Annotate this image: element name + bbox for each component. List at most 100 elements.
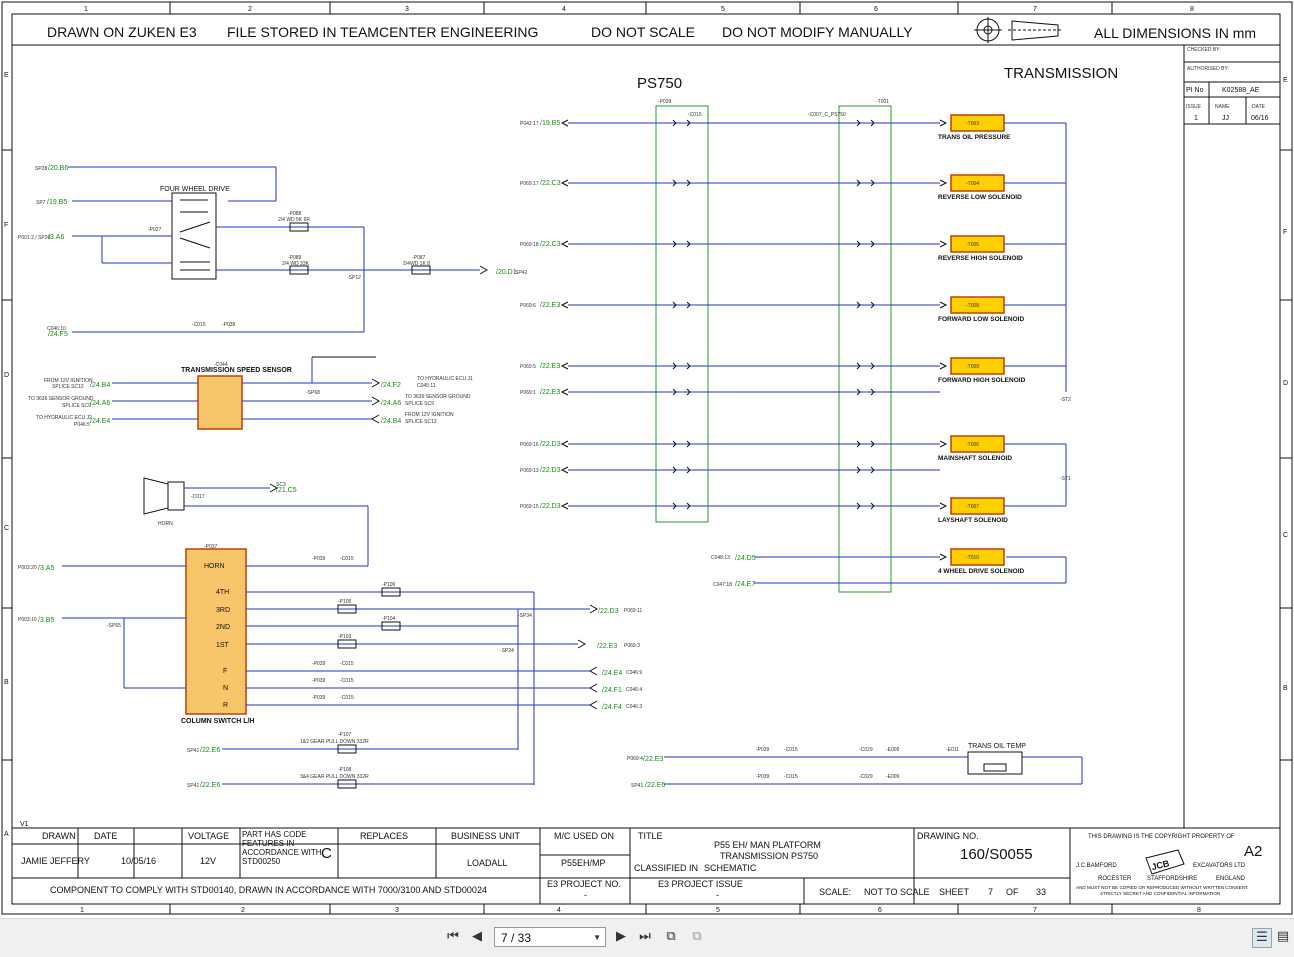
grid-row-a-left: A: [4, 831, 9, 838]
solenoid-name: FORWARD LOW SOLENOID: [938, 316, 1024, 323]
ref-d3: /22.D3: [598, 608, 619, 615]
grid-col-8-top: 8: [1190, 6, 1194, 13]
oil-p039-label: -P039: [756, 747, 770, 753]
f-c015-label: -C015: [340, 661, 354, 667]
four-wheel-drive-switch: [171, 192, 217, 280]
p069-4-label: P069:4: [627, 756, 643, 762]
p089-value: 2/4 WD 33K: [282, 261, 310, 267]
header-do-not-scale: DO NOT SCALE: [591, 24, 695, 40]
fit-width-icon[interactable]: ⧉: [688, 928, 706, 946]
grid-row-c-right: C: [1283, 532, 1288, 539]
grid-col-7-bottom: 7: [1033, 907, 1037, 914]
c046-3-label: C046:3: [626, 704, 642, 710]
solenoid: -T006 MAINSHAFT SOLENOID: [938, 435, 1066, 462]
part-note: PART HAS CODE FEATURES IN ACCORDANCE WIT…: [242, 830, 322, 866]
switch-2nd: 2ND: [216, 624, 230, 631]
from-12v-right-label: FROM 12V IGNITION: [405, 412, 454, 418]
sheet-value: 7: [988, 887, 993, 897]
c046-10-ref: /24.F5: [48, 331, 68, 338]
horn-c015-label: -C015: [340, 556, 354, 562]
n-c015-label: -C015: [340, 678, 354, 684]
p003-10-label: P003:10: [18, 617, 37, 623]
oil-c029-label: -C029: [859, 747, 873, 753]
p001-label: P001:2 / SP20: [18, 235, 50, 241]
grid-row-f-right: F: [1283, 229, 1287, 236]
c007-connector-box: [838, 105, 892, 593]
n-p039-label: -P039: [312, 678, 326, 684]
ref-row-id: P069:17: [520, 181, 539, 187]
speed-ref-b4-right: /24.B4: [381, 418, 401, 425]
ref-row-ref: /22.E3: [540, 302, 560, 309]
single-page-view-icon[interactable]: ☰: [1252, 928, 1272, 948]
p003-10-ref: /3.B5: [38, 617, 54, 624]
c046-4-label: C046:4: [626, 687, 642, 693]
authorised-by-label: AUTHORISED BY:: [1187, 66, 1229, 72]
sp42-label: SP42: [515, 270, 527, 276]
horn-p039-label: -P039: [312, 556, 326, 562]
page-selector[interactable]: 7 / 33 ▼: [494, 927, 606, 947]
page-number-value: 7 / 33: [501, 931, 532, 945]
horn-label: HORN: [158, 521, 173, 527]
solenoid-name: 4 WHEEL DRIVE SOLENOID: [938, 568, 1025, 575]
jcb-name: J.C.BAMFORD: [1076, 863, 1117, 869]
ref-row-ref: /22.E3: [540, 363, 560, 370]
drawing-no-header: DRAWING NO.: [917, 831, 979, 841]
schematic-drawing: 1 2 3 4 5 6 7 8 1 2 3 4 5 6 7 8 E F D C …: [1, 1, 1293, 915]
column-switch-box: [185, 548, 247, 715]
ref-row-id: P069:13: [520, 468, 539, 474]
p069-11-label: P069:11: [624, 608, 642, 614]
sheet-size: A2: [1244, 843, 1262, 860]
of-label: OF: [1006, 887, 1019, 897]
st2-label: -ST2: [1060, 397, 1071, 403]
sp42-ref: /20.D1: [496, 269, 517, 276]
sp28-label: SP28: [35, 166, 47, 172]
p104-label: -P104: [382, 616, 396, 622]
switch-n: N: [223, 685, 228, 692]
trans-oil-temp-circuit: P069:4 /22.E3 SP41 /22.E6 -P039 -C015 -C…: [627, 743, 1083, 789]
grid-col-4-top: 4: [562, 6, 566, 13]
sp41-oil-label: SP41: [631, 783, 643, 789]
next-page-icon[interactable]: ▶: [612, 928, 630, 946]
fine-print-2: STRICTLY SECRET AND CONFIDENTIAL INFORMA…: [1100, 891, 1220, 896]
switch-r: R: [223, 702, 228, 709]
p103-label: -P103: [338, 634, 352, 640]
c007-label: -C007_C_PS750: [808, 112, 846, 118]
splice-sc9-right-label: SPLICE SC9: [405, 401, 434, 407]
date-header: DATE: [94, 831, 117, 841]
sp28-ref: /20.B6: [48, 165, 68, 172]
to-3636-right-label: TO 3636 SENSOR GROUND: [405, 394, 471, 400]
grid-row-d-right: D: [1283, 380, 1288, 387]
previous-page-icon[interactable]: ◀: [468, 928, 486, 946]
grid-col-1-bottom: 1: [80, 907, 84, 914]
solenoid-name: LAYSHAFT SOLENOID: [938, 517, 1008, 524]
solenoid: -T007 LAYSHAFT SOLENOID: [938, 497, 1066, 524]
sc3-ref: /21.C5: [276, 487, 297, 494]
c015-top-label: -C015: [688, 112, 702, 118]
ref-row-id: P069:15: [520, 504, 539, 510]
drawn-value: JAMIE JEFFERY: [21, 856, 90, 866]
copyright-line: THIS DRAWING IS THE COPYRIGHT PROPERTY O…: [1088, 834, 1235, 840]
oil-c029-b-label: -C029: [859, 774, 873, 780]
staffordshire: STAFFORDSHIRE: [1147, 876, 1197, 882]
st1-label: -ST1: [1060, 476, 1071, 482]
speed-sensor-box: [197, 375, 243, 430]
last-page-icon[interactable]: ⏭: [636, 928, 654, 946]
scale-label: SCALE:: [819, 887, 851, 897]
column-switch-label: COLUMN SWITCH L/H: [181, 718, 255, 725]
oil-c015-b-label: -C015: [784, 774, 798, 780]
ref-row-ref: /19.B5: [540, 120, 560, 127]
right-grid: E F D C B: [1280, 77, 1292, 761]
splice-sc9-label: SPLICE SC9: [62, 403, 91, 409]
grid-row-b-left: B: [4, 679, 9, 686]
c045-11-label: C045:11: [417, 383, 436, 389]
first-page-icon[interactable]: ⏮: [444, 928, 462, 946]
solenoid-name: REVERSE HIGH SOLENOID: [938, 255, 1023, 262]
switch-1st: 1ST: [216, 642, 230, 649]
trans-oil-temp-label: TRANS OIL TEMP: [968, 743, 1026, 750]
continuous-view-icon[interactable]: ▤: [1274, 928, 1292, 946]
switch-horn: HORN: [204, 563, 225, 570]
fit-page-icon[interactable]: ⧉: [662, 928, 680, 946]
grid-row-d-left: D: [4, 372, 9, 379]
header-file-stored: FILE STORED IN TEAMCENTER ENGINEERING: [227, 24, 538, 40]
voltage-header: VOLTAGE: [188, 831, 229, 841]
